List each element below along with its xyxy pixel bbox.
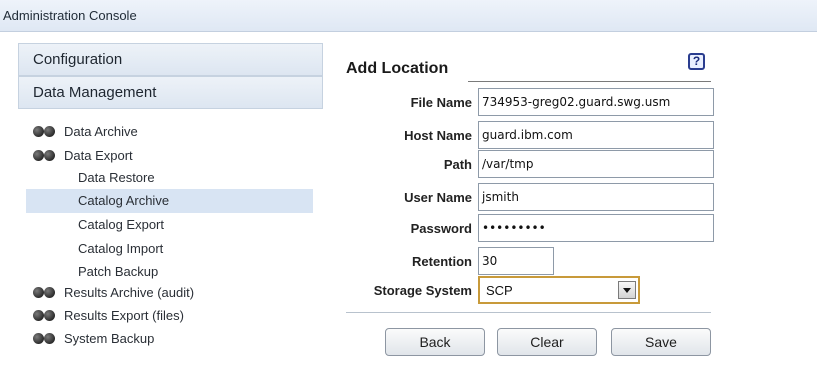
bullet-dots-icon [33, 310, 63, 321]
section-data-management-label: Data Management [33, 84, 157, 101]
nav-item-label: Results Archive (audit) [64, 285, 195, 300]
nav-item-data-archive[interactable]: Data Archive [26, 120, 313, 144]
storage-system-select[interactable]: SCP [478, 276, 640, 304]
nav-item-data-export[interactable]: Data Export [26, 144, 313, 168]
host-name-input[interactable]: guard.ibm.com [478, 121, 714, 149]
section-configuration-label: Configuration [33, 51, 123, 68]
section-configuration[interactable]: Configuration [18, 43, 323, 76]
host-name-label: Host Name [404, 128, 472, 143]
save-button[interactable]: Save [611, 328, 711, 356]
nav-item-label: Catalog Import [78, 241, 164, 256]
bullet-dots-icon [33, 150, 63, 161]
nav-item-label: Results Export (files) [64, 308, 184, 323]
path-row: Path /var/tmp [346, 150, 726, 180]
storage-system-value: SCP [486, 283, 513, 298]
clear-button[interactable]: Clear [497, 328, 597, 356]
add-location-form: Add Location ? File Name 734953-greg02.g… [346, 50, 726, 370]
password-label: Password [410, 221, 472, 236]
nav-item-catalog-export[interactable]: Catalog Export [26, 213, 313, 237]
form-divider [346, 312, 711, 313]
path-label: Path [443, 157, 472, 172]
nav-item-label: Data Restore [78, 170, 155, 185]
nav-item-results-export[interactable]: Results Export (files) [26, 304, 313, 328]
file-name-input[interactable]: 734953-greg02.guard.swg.usm [478, 88, 714, 116]
retention-input[interactable]: 30 [478, 247, 554, 275]
nav-item-label: Catalog Archive [78, 193, 170, 208]
user-name-label: User Name [404, 190, 472, 205]
storage-system-row: Storage System SCP [346, 276, 726, 306]
nav-item-catalog-archive[interactable]: Catalog Archive [26, 189, 313, 213]
section-data-management[interactable]: Data Management [18, 76, 323, 109]
file-name-row: File Name 734953-greg02.guard.swg.usm [346, 88, 726, 118]
form-title: Add Location [346, 60, 449, 77]
sidebar: Configuration Data Management Data Archi… [18, 43, 323, 379]
nav-item-label: System Backup [64, 331, 155, 346]
nav-item-catalog-import[interactable]: Catalog Import [26, 237, 313, 261]
retention-label: Retention [412, 254, 472, 269]
storage-system-label: Storage System [373, 283, 472, 298]
file-name-label: File Name [410, 95, 472, 110]
help-icon[interactable]: ? [688, 53, 705, 70]
bullet-dots-icon [33, 287, 63, 298]
chevron-down-icon[interactable] [618, 281, 636, 299]
title-underline [468, 81, 711, 82]
retention-row: Retention 30 [346, 247, 726, 277]
nav-item-label: Catalog Export [78, 217, 164, 232]
nav-item-data-restore[interactable]: Data Restore [26, 166, 313, 190]
path-input[interactable]: /var/tmp [478, 150, 714, 178]
nav-item-results-archive[interactable]: Results Archive (audit) [26, 281, 313, 305]
nav-item-label: Data Export [64, 148, 133, 163]
nav-item-system-backup[interactable]: System Backup [26, 327, 313, 351]
app-title-bar: Administration Console [0, 0, 817, 32]
nav-item-label: Patch Backup [78, 264, 159, 279]
password-row: Password ••••••••• [346, 214, 726, 244]
app-title: Administration Console [3, 8, 137, 23]
back-button[interactable]: Back [385, 328, 485, 356]
password-input[interactable]: ••••••••• [478, 214, 714, 242]
host-name-row: Host Name guard.ibm.com [346, 121, 726, 151]
user-name-row: User Name jsmith [346, 183, 726, 213]
bullet-dots-icon [33, 126, 63, 137]
user-name-input[interactable]: jsmith [478, 183, 714, 211]
bullet-dots-icon [33, 333, 63, 344]
nav-item-label: Data Archive [64, 124, 138, 139]
